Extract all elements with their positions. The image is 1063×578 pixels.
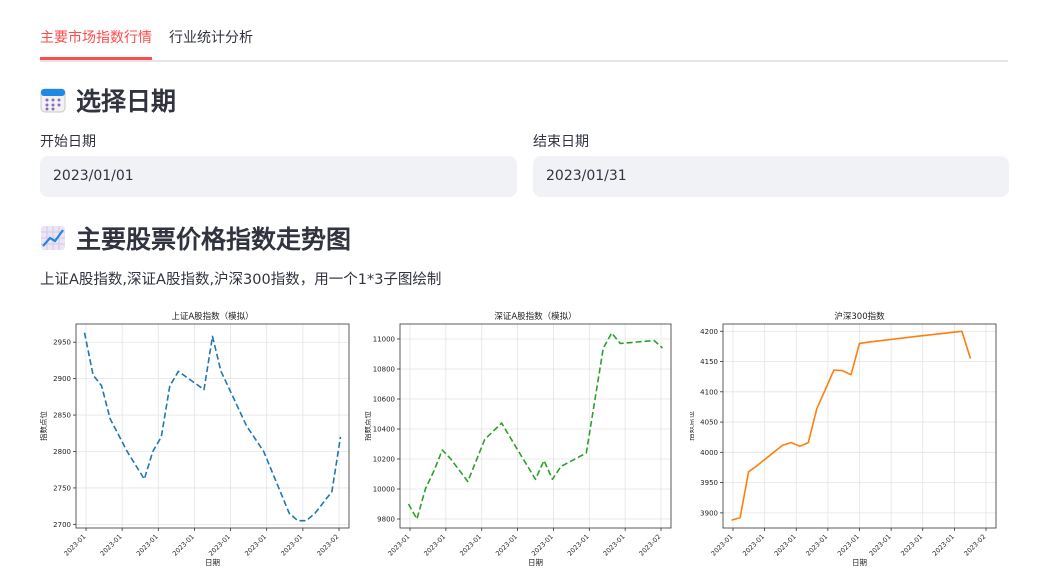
- x-tick-label: 2023-01: [899, 533, 924, 558]
- x-tick-label: 2023-01: [63, 533, 88, 558]
- y-tick-label: 2700: [53, 521, 71, 529]
- chart-section-heading: 主要股票价格指数走势图: [40, 220, 351, 256]
- y-tick-label: 2800: [53, 448, 71, 456]
- y-tick-label: 10400: [373, 426, 395, 434]
- chart-shenzhen-a-index: 深证A股指数（模拟） 9800 10000 10200 10400 10600 10800 1…: [365, 311, 672, 567]
- x-tick-label: 2023-01: [243, 533, 268, 558]
- y-tick-label: 10600: [373, 396, 395, 404]
- x-tick-label: 2023-01: [135, 533, 160, 558]
- y-tick-label: 4200: [700, 328, 718, 336]
- x-tick-label: 2023-01: [494, 533, 519, 558]
- plot-frame: [75, 323, 350, 529]
- x-tick-label: 2023-01: [207, 533, 232, 558]
- series-line: [407, 332, 664, 520]
- x-tick-label: 2023-02: [638, 533, 663, 558]
- tab-bar: 主要市场指数行情 行业统计分析: [40, 0, 1008, 62]
- y-axis-label: 指数点位: [365, 411, 372, 441]
- end-date-label: 结束日期: [533, 134, 589, 150]
- x-tick-label: 2023-01: [602, 533, 627, 558]
- x-tick-label: 2023-01: [710, 533, 735, 558]
- y-tick-label: 10800: [373, 366, 395, 374]
- y-tick-label: 4100: [700, 388, 718, 396]
- y-tick-label: 2900: [53, 375, 71, 383]
- page-title-chart: 主要股票价格指数走势图: [76, 225, 352, 254]
- start-date-input[interactable]: 2023/01/01: [40, 156, 517, 197]
- x-tick-label: 2023-01: [566, 533, 591, 558]
- y-tick-label: 10000: [373, 486, 395, 494]
- y-tick-label: 2850: [53, 412, 71, 420]
- tab-industry-analysis[interactable]: 行业统计分析: [169, 27, 253, 47]
- x-tick-label: 2023-01: [836, 533, 861, 558]
- x-tick-label: 2023-01: [931, 533, 956, 558]
- y-tick-label: 2750: [53, 484, 71, 492]
- x-tick-label: 2023-02: [316, 533, 341, 558]
- x-tick-label: 2023-01: [530, 533, 555, 558]
- date-section-heading: 选择日期: [40, 82, 176, 118]
- start-date-label: 开始日期: [40, 134, 96, 150]
- y-tick-label: 11000: [373, 336, 395, 344]
- chart-title: 深证A股指数（模拟）: [494, 311, 576, 322]
- x-axis-label: 日期: [528, 558, 543, 567]
- x-tick-label: 2023-01: [422, 533, 447, 558]
- page-title-date: 选择日期: [76, 87, 177, 116]
- chart-shanghai-a-index: 上证A股指数（模拟） 2700 2750 2800 2850 2900 2950 2023-0…: [40, 311, 350, 567]
- calendar-icon: [40, 88, 66, 113]
- chart-title: 上证A股指数（模拟）: [171, 311, 253, 322]
- x-tick-label: 2023-01: [741, 533, 766, 558]
- series-line: [731, 330, 972, 521]
- series-line: [83, 332, 342, 522]
- tab-market-index[interactable]: 主要市场指数行情: [40, 27, 152, 47]
- y-tick-label: 3900: [700, 509, 718, 517]
- x-tick-label: 2023-01: [387, 533, 412, 558]
- x-axis-label: 日期: [205, 558, 220, 567]
- x-tick-label: 2023-01: [773, 533, 798, 558]
- y-tick-label: 3950: [700, 479, 718, 487]
- chart-caption: 上证A股指数,深证A股指数,沪深300指数，用一个1*3子图绘制: [40, 272, 442, 288]
- x-tick-label: 2023-01: [99, 533, 124, 558]
- y-tick-label: 4150: [700, 358, 718, 366]
- x-axis-label: 日期: [852, 558, 867, 567]
- chart-title: 沪深300指数: [834, 311, 885, 322]
- active-tab-indicator: [40, 57, 152, 60]
- y-tick-label: 2950: [53, 339, 71, 347]
- x-tick-label: 2023-01: [804, 533, 829, 558]
- y-axis-label: 指数点位: [690, 411, 695, 441]
- x-tick-label: 2023-01: [458, 533, 483, 558]
- x-tick-label: 2023-01: [171, 533, 196, 558]
- y-axis-label: 指数点位: [40, 411, 48, 441]
- x-tick-label: 2023-02: [963, 533, 988, 558]
- plot-frame: [399, 323, 672, 529]
- chart-increasing-icon: [41, 226, 65, 250]
- y-tick-label: 4000: [700, 449, 718, 457]
- y-tick-label: 9800: [377, 516, 395, 524]
- chart-csi300-index: 沪深300指数 3900 3950 4000 4050 4100 4150 4200 2023-…: [690, 311, 997, 567]
- end-date-input[interactable]: 2023/01/31: [533, 156, 1009, 197]
- y-tick-label: 10200: [373, 456, 395, 464]
- x-tick-label: 2023-01: [279, 533, 304, 558]
- y-tick-label: 4050: [700, 419, 718, 427]
- x-tick-label: 2023-01: [868, 533, 893, 558]
